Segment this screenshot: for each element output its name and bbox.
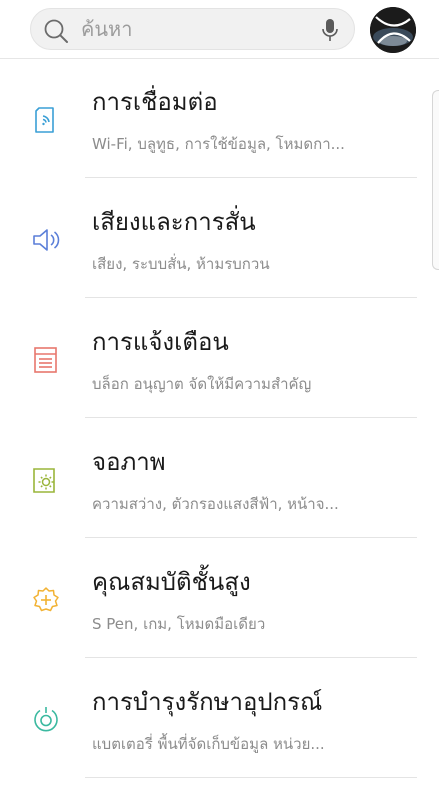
- search-input[interactable]: [81, 15, 301, 43]
- item-subtitle: ความสว่าง, ตัวกรองแสงสีฟ้า, หน้าจ...: [92, 495, 339, 513]
- microphone-icon[interactable]: [320, 18, 340, 42]
- search-header: [0, 0, 439, 59]
- settings-list: การเชื่อมต่อ Wi-Fi, บลูทูธ, การใช้ข้อมูล…: [0, 58, 439, 778]
- settings-item-advanced-features[interactable]: คุณสมบัติชั้นสูง S Pen, เกม, โหมดมือเดีย…: [0, 538, 439, 658]
- settings-item-sound[interactable]: เสียงและการสั่น เสียง, ระบบสั่น, ห้ามรบก…: [0, 178, 439, 298]
- sound-icon: [33, 229, 60, 251]
- item-title: คุณสมบัติชั้นสูง: [92, 568, 251, 596]
- item-title: การเชื่อมต่อ: [92, 88, 218, 116]
- item-title: การแจ้งเตือน: [92, 328, 229, 356]
- avatar-image: [370, 7, 416, 53]
- scroll-indicator[interactable]: [432, 90, 439, 270]
- display-icon: [33, 468, 55, 493]
- item-subtitle: เสียง, ระบบสั่น, ห้ามรบกวน: [92, 255, 270, 273]
- item-title: เสียงและการสั่น: [92, 208, 256, 236]
- item-subtitle: แบตเตอรี่ พื้นที่จัดเก็บข้อมูล หน่วย...: [92, 735, 325, 753]
- item-subtitle: S Pen, เกม, โหมดมือเดียว: [92, 615, 266, 633]
- item-title: จอภาพ: [92, 448, 166, 476]
- settings-item-connections[interactable]: การเชื่อมต่อ Wi-Fi, บลูทูธ, การใช้ข้อมูล…: [0, 58, 439, 178]
- device-maintenance-icon: [34, 707, 58, 732]
- connections-icon: [35, 107, 54, 133]
- settings-item-device-maintenance[interactable]: การบำรุงรักษาอุปกรณ์ แบตเตอรี่ พื้นที่จั…: [0, 658, 439, 778]
- settings-item-display[interactable]: จอภาพ ความสว่าง, ตัวกรองแสงสีฟ้า, หน้าจ.…: [0, 418, 439, 538]
- item-subtitle: Wi-Fi, บลูทูธ, การใช้ข้อมูล, โหมดกา...: [92, 135, 345, 153]
- search-icon: [44, 19, 68, 43]
- notifications-icon: [34, 347, 57, 373]
- settings-screen: การเชื่อมต่อ Wi-Fi, บลูทูธ, การใช้ข้อมูล…: [0, 0, 439, 800]
- profile-avatar[interactable]: [370, 7, 416, 53]
- divider: [85, 777, 417, 778]
- settings-item-notifications[interactable]: การแจ้งเตือน บล็อก อนุญาต จัดให้มีความสำ…: [0, 298, 439, 418]
- item-title: การบำรุงรักษาอุปกรณ์: [92, 688, 323, 716]
- search-bar[interactable]: [30, 8, 355, 50]
- item-subtitle: บล็อก อนุญาต จัดให้มีความสำคัญ: [92, 375, 312, 393]
- advanced-features-icon: [33, 587, 59, 612]
